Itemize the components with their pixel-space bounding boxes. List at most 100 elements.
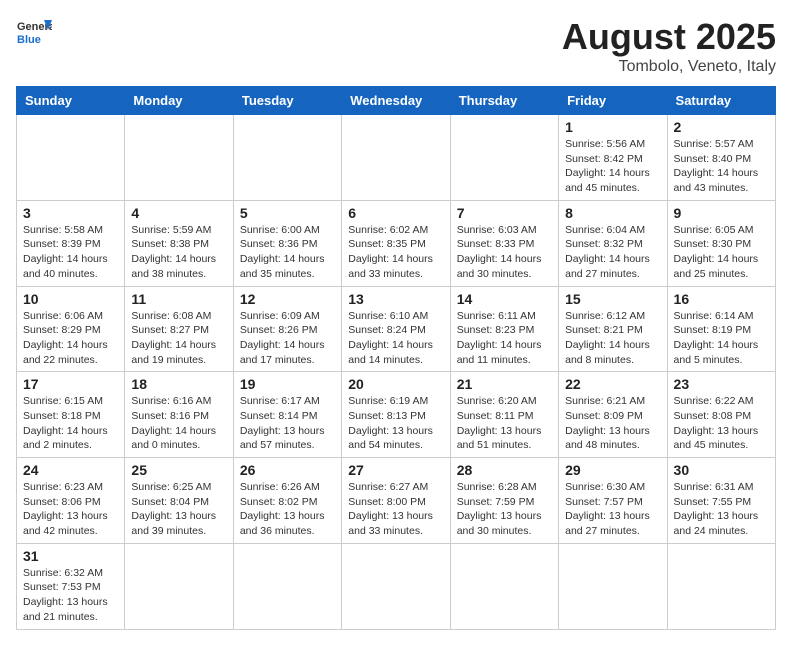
day-info: Sunrise: 6:19 AMSunset: 8:13 PMDaylight:…	[348, 394, 443, 453]
day-info: Sunrise: 6:05 AMSunset: 8:30 PMDaylight:…	[674, 223, 769, 282]
calendar-cell: 26Sunrise: 6:26 AMSunset: 8:02 PMDayligh…	[233, 458, 341, 544]
day-number: 6	[348, 205, 443, 221]
day-info: Sunrise: 5:57 AMSunset: 8:40 PMDaylight:…	[674, 137, 769, 196]
calendar-cell	[233, 543, 341, 629]
calendar-cell: 3 Sunrise: 5:58 AMSunset: 8:39 PMDaylight…	[17, 200, 125, 286]
day-number: 10	[23, 291, 118, 307]
calendar-cell	[342, 115, 450, 201]
calendar-cell: 11 Sunrise: 6:08 AMSunset: 8:27 PMDayligh…	[125, 286, 233, 372]
day-info: Sunrise: 6:32 AMSunset: 7:53 PMDaylight:…	[23, 566, 118, 625]
calendar-cell	[667, 543, 775, 629]
day-header-sunday: Sunday	[17, 87, 125, 115]
month-title: August 2025	[562, 16, 776, 58]
day-number: 5	[240, 205, 335, 221]
calendar-cell: 29Sunrise: 6:30 AMSunset: 7:57 PMDayligh…	[559, 458, 667, 544]
day-header-saturday: Saturday	[667, 87, 775, 115]
calendar-cell: 5 Sunrise: 6:00 AMSunset: 8:36 PMDaylight…	[233, 200, 341, 286]
calendar-cell: 31 Sunrise: 6:32 AMSunset: 7:53 PMDayligh…	[17, 543, 125, 629]
calendar-cell	[450, 543, 558, 629]
day-info: Sunrise: 6:31 AMSunset: 7:55 PMDaylight:…	[674, 480, 769, 539]
day-number: 20	[348, 376, 443, 392]
calendar-cell: 20 Sunrise: 6:19 AMSunset: 8:13 PMDayligh…	[342, 372, 450, 458]
calendar-cell: 27Sunrise: 6:27 AMSunset: 8:00 PMDayligh…	[342, 458, 450, 544]
calendar-cell: 12 Sunrise: 6:09 AMSunset: 8:26 PMDayligh…	[233, 286, 341, 372]
logo: General Blue	[16, 16, 52, 52]
day-number: 16	[674, 291, 769, 307]
calendar-cell	[125, 115, 233, 201]
day-info: Sunrise: 5:56 AMSunset: 8:42 PMDaylight:…	[565, 137, 660, 196]
day-info: Sunrise: 6:08 AMSunset: 8:27 PMDaylight:…	[131, 309, 226, 368]
calendar-cell	[342, 543, 450, 629]
day-number: 30	[674, 462, 769, 478]
calendar-cell: 22 Sunrise: 6:21 AMSunset: 8:09 PMDayligh…	[559, 372, 667, 458]
day-info: Sunrise: 6:25 AMSunset: 8:04 PMDaylight:…	[131, 480, 226, 539]
day-number: 17	[23, 376, 118, 392]
day-header-friday: Friday	[559, 87, 667, 115]
day-info: Sunrise: 6:26 AMSunset: 8:02 PMDaylight:…	[240, 480, 335, 539]
calendar-table: SundayMondayTuesdayWednesdayThursdayFrid…	[16, 86, 776, 630]
day-info: Sunrise: 6:00 AMSunset: 8:36 PMDaylight:…	[240, 223, 335, 282]
day-number: 27	[348, 462, 443, 478]
day-header-wednesday: Wednesday	[342, 87, 450, 115]
calendar-week-4: 17 Sunrise: 6:15 AMSunset: 8:18 PMDayligh…	[17, 372, 776, 458]
day-number: 18	[131, 376, 226, 392]
day-number: 12	[240, 291, 335, 307]
day-header-thursday: Thursday	[450, 87, 558, 115]
day-info: Sunrise: 6:09 AMSunset: 8:26 PMDaylight:…	[240, 309, 335, 368]
calendar-cell	[17, 115, 125, 201]
calendar-week-2: 3 Sunrise: 5:58 AMSunset: 8:39 PMDaylight…	[17, 200, 776, 286]
day-info: Sunrise: 6:14 AMSunset: 8:19 PMDaylight:…	[674, 309, 769, 368]
calendar-cell: 10 Sunrise: 6:06 AMSunset: 8:29 PMDayligh…	[17, 286, 125, 372]
day-number: 4	[131, 205, 226, 221]
day-number: 3	[23, 205, 118, 221]
calendar-cell	[559, 543, 667, 629]
location-subtitle: Tombolo, Veneto, Italy	[562, 58, 776, 76]
calendar-cell	[450, 115, 558, 201]
calendar-cell: 28Sunrise: 6:28 AMSunset: 7:59 PMDayligh…	[450, 458, 558, 544]
title-area: August 2025 Tombolo, Veneto, Italy	[562, 16, 776, 76]
calendar-week-3: 10 Sunrise: 6:06 AMSunset: 8:29 PMDayligh…	[17, 286, 776, 372]
calendar-week-5: 24Sunrise: 6:23 AMSunset: 8:06 PMDayligh…	[17, 458, 776, 544]
day-info: Sunrise: 6:17 AMSunset: 8:14 PMDaylight:…	[240, 394, 335, 453]
calendar-cell: 25 Sunrise: 6:25 AMSunset: 8:04 PMDayligh…	[125, 458, 233, 544]
day-info: Sunrise: 6:06 AMSunset: 8:29 PMDaylight:…	[23, 309, 118, 368]
calendar-week-6: 31 Sunrise: 6:32 AMSunset: 7:53 PMDayligh…	[17, 543, 776, 629]
day-info: Sunrise: 6:11 AMSunset: 8:23 PMDaylight:…	[457, 309, 552, 368]
calendar-cell: 7Sunrise: 6:03 AMSunset: 8:33 PMDaylight…	[450, 200, 558, 286]
day-number: 19	[240, 376, 335, 392]
calendar-cell: 4Sunrise: 5:59 AMSunset: 8:38 PMDaylight…	[125, 200, 233, 286]
day-number: 21	[457, 376, 552, 392]
day-number: 11	[131, 291, 226, 307]
day-info: Sunrise: 6:28 AMSunset: 7:59 PMDaylight:…	[457, 480, 552, 539]
day-header-monday: Monday	[125, 87, 233, 115]
day-number: 22	[565, 376, 660, 392]
day-info: Sunrise: 6:15 AMSunset: 8:18 PMDaylight:…	[23, 394, 118, 453]
day-number: 13	[348, 291, 443, 307]
header: General Blue August 2025 Tombolo, Veneto…	[16, 16, 776, 76]
day-number: 31	[23, 548, 118, 564]
day-number: 7	[457, 205, 552, 221]
day-info: Sunrise: 6:21 AMSunset: 8:09 PMDaylight:…	[565, 394, 660, 453]
day-number: 8	[565, 205, 660, 221]
day-number: 15	[565, 291, 660, 307]
day-info: Sunrise: 6:04 AMSunset: 8:32 PMDaylight:…	[565, 223, 660, 282]
day-info: Sunrise: 6:23 AMSunset: 8:06 PMDaylight:…	[23, 480, 118, 539]
day-number: 9	[674, 205, 769, 221]
day-number: 25	[131, 462, 226, 478]
day-info: Sunrise: 6:02 AMSunset: 8:35 PMDaylight:…	[348, 223, 443, 282]
calendar-cell: 6 Sunrise: 6:02 AMSunset: 8:35 PMDaylight…	[342, 200, 450, 286]
calendar-cell: 18Sunrise: 6:16 AMSunset: 8:16 PMDayligh…	[125, 372, 233, 458]
day-info: Sunrise: 6:12 AMSunset: 8:21 PMDaylight:…	[565, 309, 660, 368]
calendar-cell: 8 Sunrise: 6:04 AMSunset: 8:32 PMDaylight…	[559, 200, 667, 286]
svg-text:Blue: Blue	[17, 34, 41, 46]
day-number: 1	[565, 119, 660, 135]
day-info: Sunrise: 5:58 AMSunset: 8:39 PMDaylight:…	[23, 223, 118, 282]
day-number: 29	[565, 462, 660, 478]
calendar-cell: 1 Sunrise: 5:56 AMSunset: 8:42 PMDaylight…	[559, 115, 667, 201]
calendar-cell	[233, 115, 341, 201]
calendar-cell: 24Sunrise: 6:23 AMSunset: 8:06 PMDayligh…	[17, 458, 125, 544]
calendar-cell: 17 Sunrise: 6:15 AMSunset: 8:18 PMDayligh…	[17, 372, 125, 458]
calendar-body: 1 Sunrise: 5:56 AMSunset: 8:42 PMDaylight…	[17, 115, 776, 630]
day-number: 2	[674, 119, 769, 135]
calendar-cell	[125, 543, 233, 629]
